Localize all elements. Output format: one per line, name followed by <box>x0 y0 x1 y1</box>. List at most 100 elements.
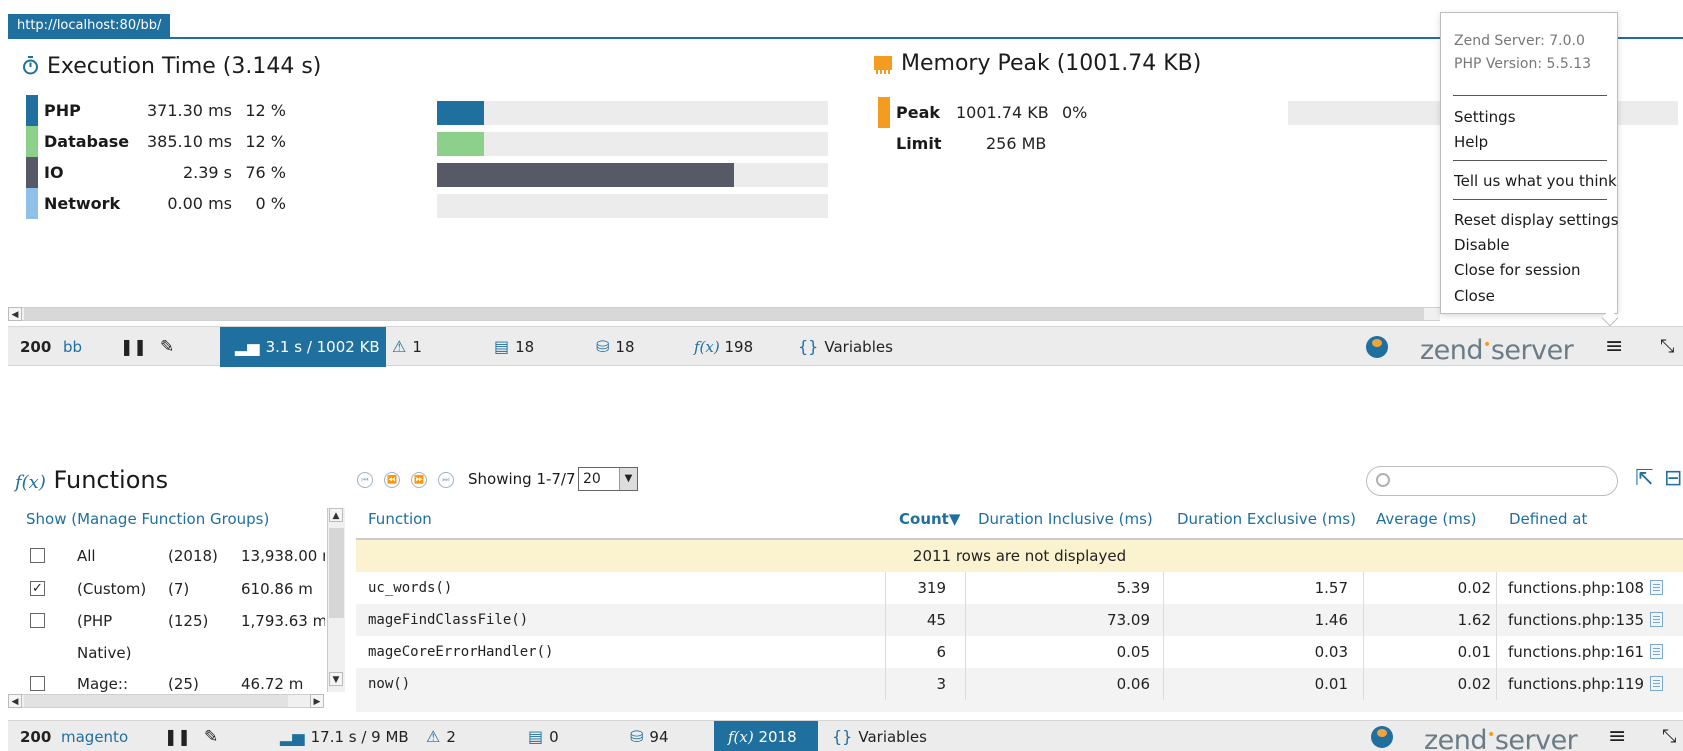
queries-tab[interactable]: ⛁ 18 <box>596 327 635 367</box>
prev-page-button[interactable]: ⏪ <box>384 472 400 488</box>
group-checkbox[interactable]: ✓ <box>30 581 45 596</box>
exec-swatch <box>26 157 38 188</box>
column-divider <box>1496 636 1497 668</box>
menu-divider <box>1453 160 1607 161</box>
top-panel-hscrollbar[interactable]: ◀ <box>8 307 1440 321</box>
scroll-thumb[interactable] <box>24 695 288 707</box>
table-row[interactable]: mageCoreErrorHandler() 6 0.05 0.03 0.01 funct… <box>356 636 1683 668</box>
first-page-button[interactable]: ⏮ <box>357 472 373 488</box>
scroll-left-arrow[interactable]: ◀ <box>8 694 22 708</box>
defined-at-cell[interactable]: functions.php:135 <box>1508 604 1644 636</box>
functions-tab[interactable]: f(x) 198 <box>694 327 753 367</box>
scroll-left-arrow[interactable]: ◀ <box>8 307 22 321</box>
collapse-icon[interactable]: ⤡ <box>1662 721 1676 751</box>
duration-inclusive-cell: 73.09 <box>1107 611 1150 629</box>
exec-name: Database <box>44 132 130 151</box>
pin-icon[interactable]: ✎ <box>160 327 174 367</box>
col-defined-at[interactable]: Defined at <box>1509 510 1587 528</box>
col-function[interactable]: Function <box>368 510 432 528</box>
exec-percent: 12 % <box>245 132 286 151</box>
app-name[interactable]: bb <box>63 327 82 367</box>
scroll-thumb[interactable] <box>329 528 344 618</box>
source-file-icon[interactable] <box>1650 676 1663 691</box>
defined-at-cell[interactable]: functions.php:161 <box>1508 636 1644 668</box>
menu-disable[interactable]: Disable <box>1454 236 1510 254</box>
scroll-down-arrow[interactable]: ▼ <box>329 672 343 686</box>
column-divider <box>1363 604 1364 636</box>
menu-divider <box>1453 199 1607 200</box>
pause-icon[interactable]: ❚❚ <box>164 721 191 751</box>
exec-bar-fill <box>437 132 484 156</box>
column-divider <box>1163 636 1164 668</box>
defined-at-cell[interactable]: functions.php:119 <box>1508 668 1644 700</box>
exec-name: IO <box>44 163 64 182</box>
warnings-tab[interactable]: ⚠ 1 <box>392 327 422 367</box>
functions-tab[interactable]: f(x) 2018 <box>714 721 818 751</box>
group-checkbox[interactable] <box>30 613 45 628</box>
warning-icon: ⚠ <box>426 727 441 746</box>
group-checkbox[interactable] <box>30 676 45 691</box>
scroll-up-arrow[interactable]: ▲ <box>329 508 343 522</box>
table-row[interactable]: now() 3 0.06 0.01 0.02 functions.php:119 <box>356 668 1683 700</box>
source-file-icon[interactable] <box>1650 580 1663 595</box>
export-icon[interactable]: ⇱ <box>1635 466 1653 491</box>
group-time: 46.72 m <box>241 675 304 693</box>
memory-peak-value: 1001.74 KB <box>956 103 1049 122</box>
defined-at-cell[interactable]: functions.php:108 <box>1508 572 1644 604</box>
source-file-icon[interactable] <box>1650 612 1663 627</box>
menu-feedback[interactable]: Tell us what you think <box>1454 172 1617 190</box>
perf-tab[interactable]: ▂▅ 3.1 s / 1002 KB <box>220 327 386 367</box>
table-row[interactable]: uc_words() 319 5.39 1.57 0.02 functions.php:1… <box>356 572 1683 604</box>
pause-icon[interactable]: ❚❚ <box>120 327 147 367</box>
zend-bug-icon[interactable] <box>1371 726 1393 748</box>
collapse-icon[interactable]: ⤡ <box>1660 327 1674 367</box>
group-count: (7) <box>168 580 190 598</box>
group-count: (25) <box>168 675 199 693</box>
col-count[interactable]: Count▼ <box>899 510 960 528</box>
perf-tab[interactable]: ▂▅ 17.1 s / 9 MB <box>280 721 409 751</box>
logo-part-zend: zend <box>1424 725 1488 751</box>
variables-tab[interactable]: {} Variables <box>798 327 893 367</box>
zend-toolbar-top: 200 bb ❚❚ ✎ ▂▅ 3.1 s / 1002 KB ⚠ 1 ▤ 18 ⛁ 18… <box>8 326 1683 367</box>
chevron-down-icon[interactable]: ▼ <box>619 468 637 490</box>
expand-icon[interactable]: ⊟ <box>1664 466 1682 491</box>
warnings-tab[interactable]: ⚠ 2 <box>426 721 456 751</box>
manage-function-groups-link[interactable]: Show (Manage Function Groups) <box>26 510 269 528</box>
last-page-button[interactable]: ⏭ <box>438 472 454 488</box>
app-name[interactable]: magento <box>61 721 128 751</box>
pin-icon[interactable]: ✎ <box>204 721 218 751</box>
col-duration-inclusive[interactable]: Duration Inclusive (ms) <box>978 510 1153 528</box>
menu-close-session[interactable]: Close for session <box>1454 261 1581 279</box>
col-average[interactable]: Average (ms) <box>1376 510 1477 528</box>
zend-version: Zend Server: 7.0.0 <box>1454 33 1585 49</box>
menu-reset[interactable]: Reset display settings <box>1454 211 1619 229</box>
menu-close[interactable]: Close <box>1454 287 1495 305</box>
groups-hscrollbar[interactable]: ◀ ▶ <box>8 694 324 708</box>
table-row[interactable]: mageFindClassFile() 45 73.09 1.46 1.62 functi… <box>356 604 1683 636</box>
menu-hamburger-icon[interactable]: ≡ <box>1605 327 1623 367</box>
scroll-thumb[interactable] <box>24 308 1424 320</box>
col-duration-exclusive[interactable]: Duration Exclusive (ms) <box>1177 510 1356 528</box>
queries-tab[interactable]: ⛁ 94 <box>630 721 669 751</box>
source-file-icon[interactable] <box>1650 644 1663 659</box>
menu-settings[interactable]: Settings <box>1454 108 1516 126</box>
page-size-select[interactable]: 20 ▼ <box>578 467 638 491</box>
next-page-button[interactable]: ⏩ <box>411 472 427 488</box>
zend-bug-icon[interactable] <box>1366 336 1388 358</box>
column-divider <box>1363 572 1364 604</box>
logs-tab[interactable]: ▤ 0 <box>528 721 559 751</box>
variables-tab[interactable]: {} Variables <box>832 721 927 751</box>
memory-peak-row: Peak <box>896 97 940 128</box>
groups-vscrollbar[interactable]: ▲ ▼ <box>327 508 345 692</box>
menu-hamburger-icon[interactable]: ≡ <box>1608 721 1626 751</box>
exec-bar <box>437 101 828 125</box>
count-cell: 3 <box>936 675 946 693</box>
exec-swatch <box>26 95 38 126</box>
function-search-input[interactable] <box>1366 466 1618 496</box>
logs-tab[interactable]: ▤ 18 <box>494 327 534 367</box>
menu-help[interactable]: Help <box>1454 133 1488 151</box>
group-name: All <box>77 547 96 565</box>
scroll-right-arrow[interactable]: ▶ <box>310 694 324 708</box>
logs-count: 18 <box>515 338 535 356</box>
group-checkbox[interactable] <box>30 548 45 563</box>
